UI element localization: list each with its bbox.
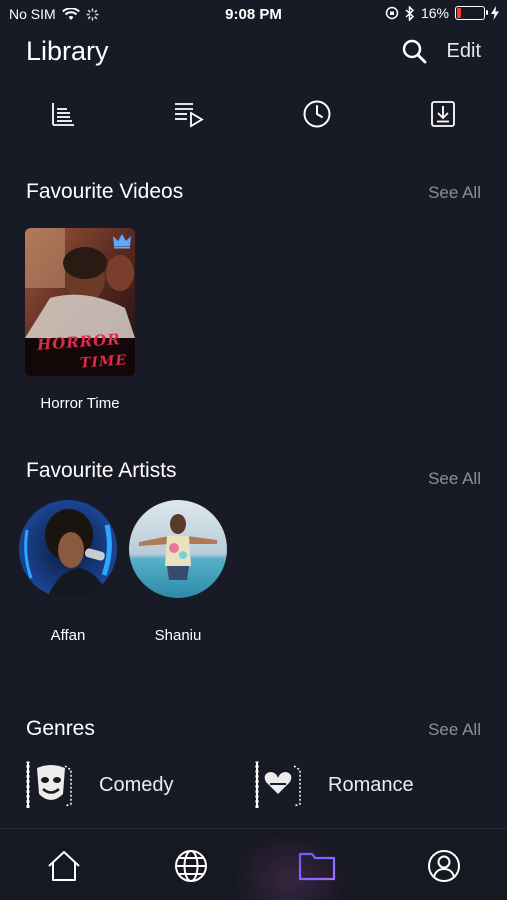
see-all-videos-link[interactable]: See All (428, 183, 481, 203)
tab-downloads[interactable] (425, 96, 461, 132)
artist-photo (19, 500, 117, 598)
globe-icon (175, 850, 207, 882)
genre-label: Comedy (99, 773, 174, 796)
artist-photo (129, 500, 227, 598)
see-all-genres-link[interactable]: See All (428, 720, 481, 740)
genres-header: Genres See All (26, 717, 481, 747)
list-icon (52, 103, 74, 126)
battery-level (457, 8, 462, 18)
nav-explore[interactable] (171, 846, 211, 886)
comedy-mask-icon (26, 761, 72, 809)
search-icon[interactable] (401, 38, 427, 64)
poster-title-2: TIME (79, 352, 128, 372)
video-card[interactable]: HORROR TIME Horror Time (25, 228, 135, 412)
tab-playlists[interactable] (171, 96, 207, 132)
see-all-artists-link[interactable]: See All (428, 469, 481, 489)
section-title: Favourite Videos (26, 180, 184, 203)
status-bar: No SIM 9:08 PM 16% (0, 0, 507, 28)
artist-name: Shaniu (154, 627, 202, 644)
nav-library[interactable] (297, 846, 337, 886)
crown-icon (113, 234, 131, 249)
home-icon (48, 851, 80, 881)
page-title: Library (26, 36, 109, 66)
avatar[interactable] (19, 500, 117, 598)
genre-item[interactable]: Comedy (25, 760, 173, 810)
folder-icon (298, 852, 336, 881)
download-icon (431, 101, 455, 127)
artist-card[interactable]: Shaniu (129, 500, 227, 644)
video-thumbnail[interactable]: HORROR TIME (25, 228, 135, 376)
romance-heart-icon (255, 761, 301, 809)
section-title: Genres (26, 717, 95, 740)
section-title: Favourite Artists (26, 459, 177, 482)
orientation-lock-icon (385, 6, 399, 20)
bluetooth-icon (405, 5, 415, 21)
favourite-artists-header: Favourite Artists See All (26, 459, 481, 489)
genre-thumbnail (25, 760, 73, 810)
header: Library Edit (26, 34, 481, 74)
edit-button[interactable]: Edit (447, 40, 481, 63)
genre-label: Romance (328, 773, 414, 796)
genre-thumbnail (254, 760, 302, 810)
playlist-play-icon (175, 103, 204, 128)
favourite-videos-header: Favourite Videos See All (26, 180, 481, 210)
battery-percent: 16% (420, 5, 449, 21)
status-right: 16% (385, 5, 499, 21)
avatar[interactable] (129, 500, 227, 598)
video-title: Horror Time (40, 395, 120, 412)
artist-card[interactable]: Affan (19, 500, 117, 644)
charging-icon (491, 6, 499, 20)
profile-icon (428, 850, 460, 882)
library-tabs (0, 96, 507, 132)
artist-name: Affan (50, 627, 86, 644)
bottom-navigation (0, 828, 507, 900)
tab-list[interactable] (45, 96, 81, 132)
genre-item[interactable]: Romance (254, 760, 414, 810)
nav-profile[interactable] (424, 846, 464, 886)
nav-home[interactable] (44, 846, 84, 886)
clock-icon (303, 100, 331, 128)
battery-icon (455, 6, 488, 20)
header-actions: Edit (401, 38, 481, 64)
tab-history[interactable] (299, 96, 335, 132)
